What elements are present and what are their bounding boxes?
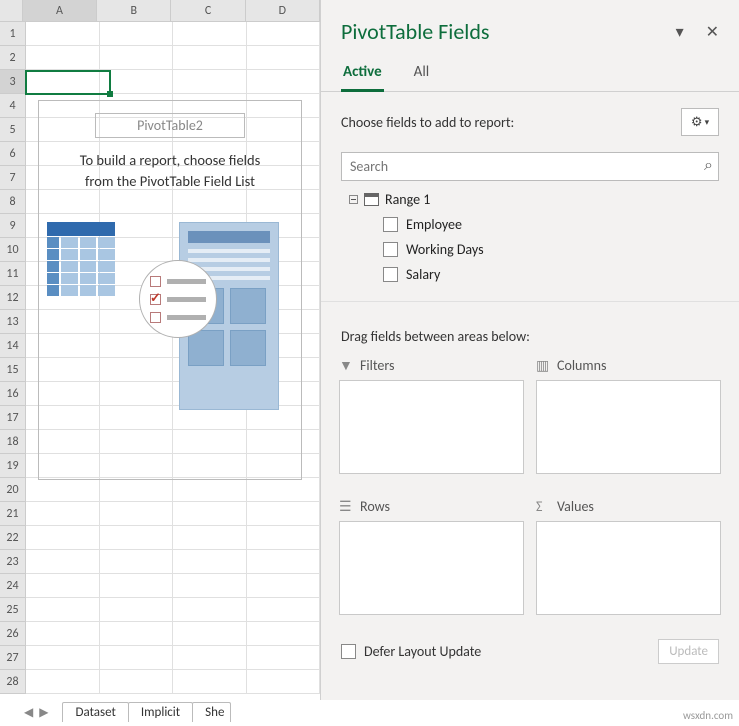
row-header[interactable]: 9 xyxy=(0,214,26,238)
row-header[interactable]: 28 xyxy=(0,670,26,694)
illustration-checklist-icon xyxy=(139,260,217,338)
choose-fields-label: Choose fields to add to report: xyxy=(341,114,514,131)
row-header[interactable]: 1 xyxy=(0,22,26,46)
update-button[interactable]: Update xyxy=(658,639,719,664)
row-header[interactable]: 26 xyxy=(0,622,26,646)
row-header[interactable]: 7 xyxy=(0,166,26,190)
row-header[interactable]: 12 xyxy=(0,286,26,310)
values-label: Values xyxy=(557,498,594,515)
placeholder-line2: from the PivotTable Field List xyxy=(85,172,255,190)
placeholder-illustration xyxy=(39,222,301,422)
field-checkbox[interactable] xyxy=(383,217,398,232)
sheet-tab-bar: ◀▶ DatasetImplicitShe xyxy=(24,700,230,724)
gear-icon: ⚙ xyxy=(691,115,703,130)
column-header[interactable]: D xyxy=(246,0,320,22)
row-header[interactable]: 6 xyxy=(0,142,26,166)
search-icon[interactable]: ⌕ xyxy=(704,156,713,175)
pane-menu-button[interactable]: ▾ xyxy=(676,22,684,42)
search-input[interactable] xyxy=(341,152,719,181)
row-header[interactable]: 17 xyxy=(0,406,26,430)
row-header[interactable]: 11 xyxy=(0,262,26,286)
row-header[interactable]: 16 xyxy=(0,382,26,406)
filters-dropzone[interactable] xyxy=(339,380,524,474)
column-header[interactable]: C xyxy=(171,0,245,22)
field-item[interactable]: Employee xyxy=(383,216,739,233)
table-icon xyxy=(364,193,379,206)
row-header[interactable]: 21 xyxy=(0,502,26,526)
row-header[interactable]: 20 xyxy=(0,478,26,502)
field-item[interactable]: Working Days xyxy=(383,241,739,258)
pivottable-name-box: PivotTable2 xyxy=(95,113,245,138)
filter-icon: ▼ xyxy=(339,357,353,374)
sheet-tab[interactable]: Implicit xyxy=(128,702,193,722)
row-header[interactable]: 3 xyxy=(0,70,26,94)
drag-text: Drag fields between areas below: xyxy=(321,301,739,355)
row-header[interactable]: 10 xyxy=(0,238,26,262)
pivottable-placeholder[interactable]: PivotTable2 To build a report, choose fi… xyxy=(38,100,302,480)
row-header[interactable]: 19 xyxy=(0,454,26,478)
tab-active[interactable]: Active xyxy=(341,57,384,92)
row-header[interactable]: 24 xyxy=(0,574,26,598)
tab-all[interactable]: All xyxy=(412,57,432,91)
row-header[interactable]: 13 xyxy=(0,310,26,334)
row-header[interactable]: 14 xyxy=(0,334,26,358)
sheet-tab[interactable]: She xyxy=(192,702,231,722)
row-header[interactable]: 8 xyxy=(0,190,26,214)
row-header[interactable]: 18 xyxy=(0,430,26,454)
rows-area: ☰ Rows xyxy=(339,496,524,625)
row-header[interactable]: 2 xyxy=(0,46,26,70)
field-item[interactable]: Salary xyxy=(383,266,739,283)
column-header[interactable]: A xyxy=(23,0,97,22)
defer-label: Defer Layout Update xyxy=(364,643,481,660)
row-header[interactable]: 15 xyxy=(0,358,26,382)
layout-options-button[interactable]: ⚙▾ xyxy=(681,108,719,136)
columns-icon: ▥ xyxy=(536,357,550,374)
placeholder-text: To build a report, choose fields from th… xyxy=(39,146,301,196)
filters-label: Filters xyxy=(360,357,394,374)
chevron-down-icon: ▾ xyxy=(705,117,710,128)
values-area: Σ Values xyxy=(536,496,721,625)
pivottable-fields-pane: PivotTable Fields ▾ ✕ Active All Choose … xyxy=(320,0,739,700)
columns-label: Columns xyxy=(557,357,606,374)
columns-area: ▥ Columns xyxy=(536,355,721,484)
illustration-table-icon xyxy=(47,222,115,296)
row-headers: 1234567891011121314151617181920212223242… xyxy=(0,22,26,694)
range-label: Range 1 xyxy=(385,191,430,208)
field-label: Employee xyxy=(406,216,462,233)
sigma-icon: Σ xyxy=(536,498,550,515)
sheet-nav-next-icon[interactable]: ▶ xyxy=(39,705,48,720)
select-all-corner[interactable] xyxy=(0,0,23,22)
watermark: wsxdn.com xyxy=(683,709,733,722)
column-headers: ABCD xyxy=(0,0,320,22)
row-header[interactable]: 5 xyxy=(0,118,26,142)
row-header[interactable]: 4 xyxy=(0,94,26,118)
filters-area: ▼ Filters xyxy=(339,355,524,484)
rows-dropzone[interactable] xyxy=(339,521,524,615)
rows-icon: ☰ xyxy=(339,498,353,515)
field-checkbox[interactable] xyxy=(383,242,398,257)
pane-close-button[interactable]: ✕ xyxy=(706,22,719,42)
placeholder-line1: To build a report, choose fields xyxy=(80,151,261,169)
rows-label: Rows xyxy=(360,498,390,515)
sheet-tab[interactable]: Dataset xyxy=(62,702,128,722)
sheet-nav[interactable]: ◀▶ xyxy=(24,705,48,720)
columns-dropzone[interactable] xyxy=(536,380,721,474)
field-label: Working Days xyxy=(406,241,484,258)
sheet-nav-prev-icon[interactable]: ◀ xyxy=(24,705,33,720)
row-header[interactable]: 23 xyxy=(0,550,26,574)
defer-checkbox[interactable] xyxy=(341,644,356,659)
field-range-group[interactable]: Range 1 xyxy=(349,191,739,208)
field-label: Salary xyxy=(406,266,440,283)
row-header[interactable]: 27 xyxy=(0,646,26,670)
values-dropzone[interactable] xyxy=(536,521,721,615)
spreadsheet-pane: ABCD 12345678910111213141516171819202122… xyxy=(0,0,320,726)
pane-title: PivotTable Fields xyxy=(341,18,490,45)
row-header[interactable]: 22 xyxy=(0,526,26,550)
collapse-icon[interactable] xyxy=(349,195,358,204)
field-checkbox[interactable] xyxy=(383,267,398,282)
row-header[interactable]: 25 xyxy=(0,598,26,622)
column-header[interactable]: B xyxy=(97,0,171,22)
